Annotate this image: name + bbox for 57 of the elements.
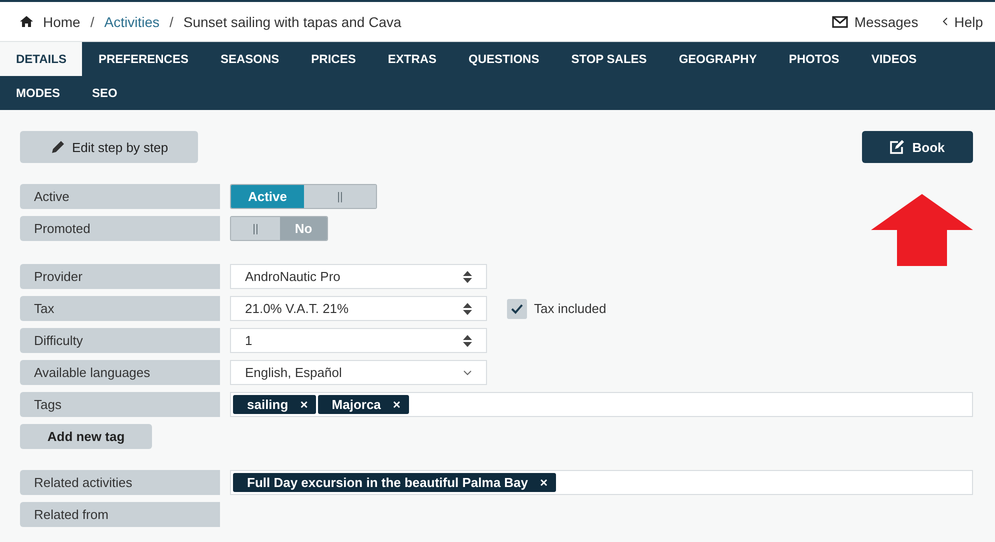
- tags-field[interactable]: sailing × Majorca ×: [230, 392, 973, 417]
- nav-tab[interactable]: DETAILS: [0, 42, 82, 76]
- field-label: Related from: [20, 502, 220, 527]
- field-label: Difficulty: [20, 328, 220, 353]
- add-tag-button[interactable]: Add new tag: [20, 424, 152, 449]
- home-icon: [20, 16, 33, 27]
- nav-tab[interactable]: PHOTOS: [772, 42, 856, 76]
- checkbox-label: Tax included: [534, 301, 606, 316]
- remove-tag-button[interactable]: ×: [392, 397, 401, 412]
- field-label: Promoted: [20, 216, 220, 241]
- field-label: Available languages: [20, 360, 220, 385]
- check-icon: [511, 304, 523, 314]
- multiselect-field[interactable]: English, Español: [230, 360, 487, 385]
- sort-icon: [463, 334, 472, 346]
- nav-tab[interactable]: QUESTIONS: [452, 42, 556, 76]
- remove-tag-button[interactable]: ×: [300, 397, 308, 412]
- remove-tag-button[interactable]: ×: [540, 475, 548, 490]
- tags-field[interactable]: Full Day excursion in the beautiful Palma Bay ×: [230, 470, 973, 495]
- tag-chip[interactable]: Majorca ×: [318, 395, 409, 414]
- edit-step-button[interactable]: Edit step by step: [20, 131, 198, 163]
- select-field[interactable]: 1: [230, 328, 487, 353]
- tag-chip[interactable]: Full Day excursion in the beautiful Palma Bay ×: [233, 473, 556, 492]
- field-label: Provider: [20, 264, 220, 289]
- sort-icon: [463, 302, 472, 314]
- page-title: Sunset sailing with tapas and Cava: [183, 14, 402, 30]
- pencil-icon: [50, 139, 66, 155]
- toggle-switch[interactable]: Active ||: [230, 184, 377, 209]
- nav-tab[interactable]: PRICES: [295, 42, 372, 76]
- nav-tab[interactable]: SEO: [76, 76, 134, 110]
- edit-icon: [890, 140, 906, 154]
- breadcrumb-separator: /: [90, 14, 94, 30]
- field-label: Tags: [20, 392, 220, 417]
- field-label: Tax: [20, 296, 220, 321]
- toggle-switch[interactable]: || No: [230, 216, 328, 241]
- select-field[interactable]: AndroNautic Pro: [230, 264, 487, 289]
- field-label: Active: [20, 184, 220, 209]
- nav-tab[interactable]: MODES: [0, 76, 76, 110]
- nav-tab[interactable]: STOP SALES: [555, 42, 663, 76]
- nav-tab[interactable]: GEOGRAPHY: [662, 42, 773, 76]
- chevron-left-icon: [942, 17, 948, 26]
- breadcrumb-link[interactable]: Activities: [104, 14, 160, 30]
- messages-link[interactable]: Messages: [832, 14, 918, 30]
- breadcrumb-separator: /: [169, 14, 174, 30]
- nav-tab[interactable]: SEASONS: [204, 42, 296, 76]
- book-button[interactable]: Book: [862, 131, 973, 163]
- chevron-down-icon: [463, 370, 472, 376]
- select-field[interactable]: 21.0% V.A.T. 21%: [230, 296, 487, 321]
- help-link[interactable]: Help: [942, 14, 983, 30]
- breadcrumb-link[interactable]: Home: [43, 14, 80, 30]
- nav-tab[interactable]: EXTRAS: [372, 42, 453, 76]
- nav-tab[interactable]: PREFERENCES: [82, 42, 204, 76]
- checkbox[interactable]: [507, 298, 527, 318]
- sort-icon: [463, 270, 472, 282]
- nav-tab[interactable]: VIDEOS: [855, 42, 933, 76]
- mail-icon: [832, 16, 848, 28]
- field-label: Related activities: [20, 470, 220, 495]
- tag-chip[interactable]: sailing ×: [233, 395, 316, 414]
